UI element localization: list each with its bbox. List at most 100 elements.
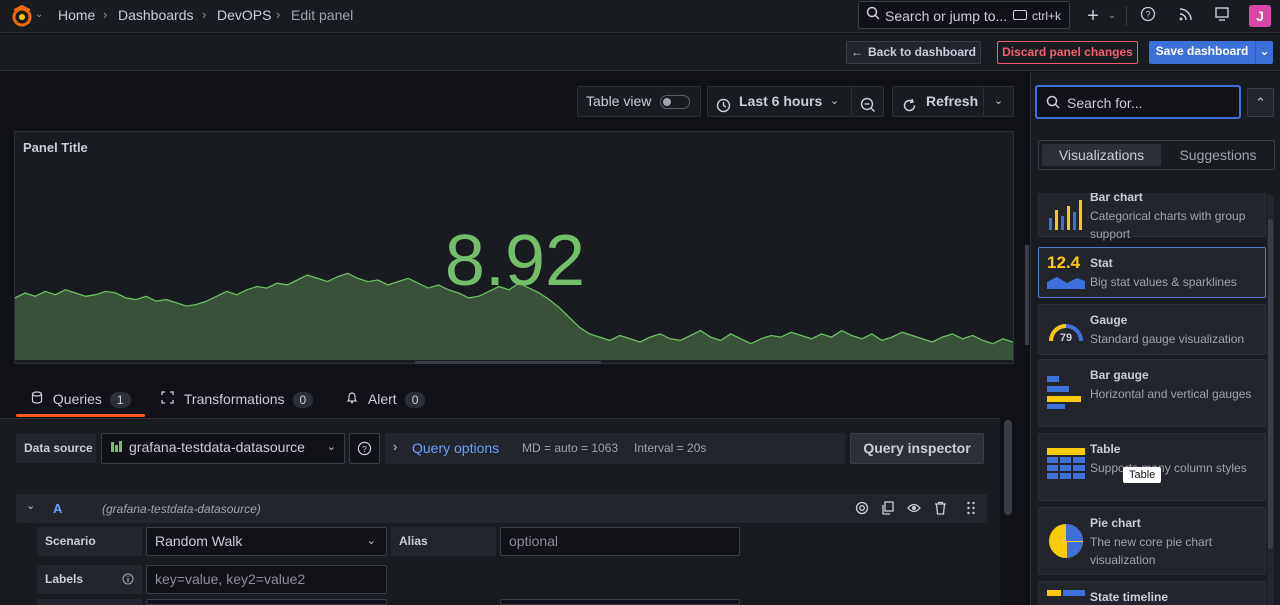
next-row-label — [37, 599, 142, 605]
viz-item-bar-chart[interactable]: Bar chart Categorical charts with group … — [1038, 193, 1266, 241]
discard-panel-changes-button[interactable]: Discard panel changes — [997, 41, 1138, 64]
plus-icon[interactable]: + — [1083, 6, 1103, 26]
viz-item-name: Table — [1090, 442, 1121, 456]
viz-item-stat[interactable]: 12.4 Stat Big stat values & sparklines — [1038, 247, 1266, 298]
viz-item-state-timeline[interactable]: State timeline — [1038, 581, 1266, 605]
breadcrumb-dashboards[interactable]: Dashboards — [118, 7, 194, 23]
next-row-input-2[interactable] — [500, 599, 740, 605]
search-placeholder: Search or jump to... — [885, 8, 1008, 24]
viz-item-name: Pie chart — [1090, 516, 1141, 530]
query-ref-id[interactable]: A — [53, 501, 62, 516]
viz-item-description: Standard gauge visualization — [1090, 332, 1245, 346]
query-options-row[interactable]: › Query options MD = auto = 1063 Interva… — [385, 433, 845, 464]
scenario-select[interactable]: Random Walk ⌄ — [146, 527, 387, 556]
datasource-name: grafana-testdata-datasource — [129, 439, 305, 455]
viz-search-input[interactable]: Search for... — [1035, 85, 1241, 119]
duplicate-icon[interactable] — [881, 501, 895, 518]
trash-icon[interactable] — [934, 501, 947, 518]
info-icon[interactable] — [122, 565, 134, 596]
chevron-down-icon: ⌄ — [830, 95, 840, 107]
query-options-label[interactable]: Query options — [412, 440, 499, 456]
chevron-down-icon[interactable]: ⌄ — [35, 9, 43, 20]
table-view-label: Table view — [586, 93, 652, 109]
monitor-icon[interactable] — [1212, 6, 1232, 26]
time-range-picker[interactable]: Last 6 hours ⌄ — [707, 86, 852, 117]
drag-handle-icon[interactable] — [966, 501, 976, 518]
back-label: Back to dashboard — [867, 45, 977, 59]
breadcrumb-devops[interactable]: DevOPS — [217, 7, 271, 23]
viz-list: Bar chart Categorical charts with group … — [1030, 193, 1280, 605]
breadcrumb-separator-icon: › — [103, 7, 108, 22]
next-row-input[interactable] — [146, 599, 387, 605]
chevron-up-icon: ⌃ — [1255, 95, 1266, 110]
chevron-down-icon: ⌄ — [993, 95, 1004, 107]
stat-panel[interactable]: Panel Title 8.92 — [14, 131, 1014, 364]
refresh-interval-dropdown[interactable]: ⌄ — [983, 86, 1014, 117]
stat-icon-value: 12.4 — [1047, 253, 1081, 272]
tab-transformations[interactable]: Transformations 0 — [161, 391, 314, 408]
clock-icon — [716, 94, 731, 123]
bar-gauge-icon — [1047, 374, 1085, 412]
chevron-down-icon[interactable]: ⌄ — [26, 499, 35, 512]
viz-item-name: Gauge — [1090, 313, 1128, 327]
arrow-left-icon: ← — [850, 45, 863, 59]
tab-alert[interactable]: Alert 0 — [346, 391, 426, 408]
top-navigation-bar: ⌄ Home › Dashboards › DevOPS › Edit pane… — [0, 0, 1280, 33]
tab-alert-label: Alert — [367, 391, 397, 407]
tab-visualizations[interactable]: Visualizations — [1042, 144, 1161, 166]
chevron-down-icon[interactable]: ⌄ — [1102, 6, 1122, 26]
breadcrumb-home[interactable]: Home — [58, 7, 95, 23]
sidebar-scroll-edge — [1025, 245, 1029, 345]
labels-input[interactable]: key=value, key2=value2 — [146, 565, 387, 594]
testdata-icon — [110, 435, 123, 462]
queries-scrollbar[interactable] — [1004, 420, 1012, 515]
grafana-logo-icon[interactable] — [10, 4, 34, 28]
search-icon — [1046, 95, 1060, 112]
tab-alert-count: 0 — [404, 392, 426, 408]
viz-item-gauge[interactable]: 79 Gauge Standard gauge visualization — [1038, 304, 1266, 355]
help-icon: ? — [357, 441, 372, 459]
viz-item-description: Horizontal and vertical gauges — [1090, 387, 1252, 401]
eye-icon[interactable] — [907, 502, 921, 517]
chevron-right-icon: › — [393, 439, 398, 454]
zoom-out-icon — [860, 94, 876, 123]
viz-item-name: State timeline — [1090, 590, 1169, 604]
scenario-label: Scenario — [37, 527, 142, 556]
tab-queries[interactable]: Queries 1 — [31, 391, 131, 408]
datasource-picker[interactable]: grafana-testdata-datasource ⌄ — [101, 433, 345, 464]
tab-queries-label: Queries — [52, 391, 102, 407]
viz-item-pie-chart[interactable]: Pie chart The new core pie chart visuali… — [1038, 507, 1266, 575]
datasource-help-button[interactable]: ? — [349, 433, 380, 464]
zoom-out-button[interactable] — [851, 86, 884, 117]
panel-resize-handle[interactable] — [415, 361, 601, 364]
svg-text:?: ? — [362, 444, 367, 454]
avatar[interactable]: J — [1249, 5, 1271, 27]
transform-icon — [161, 391, 178, 407]
tab-suggestions[interactable]: Suggestions — [1162, 144, 1274, 166]
refresh-button[interactable]: Refresh — [892, 86, 984, 117]
global-search-input[interactable]: Search or jump to... ctrl+k — [858, 1, 1070, 29]
stat-icon: 12.4 — [1047, 253, 1085, 291]
save-options-chevron-icon[interactable]: ⌄ — [1255, 41, 1273, 64]
help-circle-icon[interactable] — [855, 501, 869, 518]
interval-info: Interval = 20s — [634, 441, 707, 455]
labels-label-text: Labels — [45, 572, 84, 586]
tab-queries-count: 1 — [109, 392, 131, 408]
table-view-toggle[interactable]: Table view — [577, 86, 701, 117]
back-to-dashboard-button[interactable]: ← Back to dashboard — [846, 41, 981, 64]
query-row-header[interactable]: ⌄ A (grafana-testdata-datasource) — [16, 494, 987, 523]
breadcrumb-edit-panel: Edit panel — [291, 7, 354, 23]
query-inspector-button[interactable]: Query inspector — [850, 433, 984, 464]
collapse-sidebar-button[interactable]: ⌃ — [1247, 88, 1274, 117]
rss-icon[interactable] — [1176, 6, 1196, 26]
save-dashboard-button[interactable]: Save dashboard — [1149, 41, 1255, 64]
viz-item-bar-gauge[interactable]: Bar gauge Horizontal and vertical gauges — [1038, 359, 1266, 427]
alias-input[interactable]: optional — [500, 527, 740, 556]
viz-item-name: Bar chart — [1090, 193, 1143, 204]
query-datasource-name: (grafana-testdata-datasource) — [102, 502, 261, 516]
viz-tab-group: Visualizations Suggestions — [1038, 140, 1275, 170]
help-icon[interactable]: ? — [1138, 6, 1158, 26]
toggle-switch[interactable] — [660, 95, 690, 109]
viz-item-table[interactable]: Table Supports many column styles Table — [1038, 433, 1266, 501]
viz-list-scrollbar[interactable] — [1267, 195, 1274, 605]
